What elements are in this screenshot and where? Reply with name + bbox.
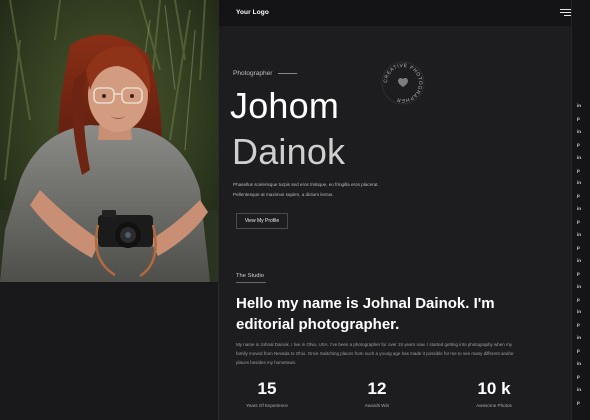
stat-awards: 12 Awards Win [342,380,412,408]
hero-description: Phasellus scelerisque turpis sed eros tr… [233,182,379,197]
pinterest-icon[interactable]: p [577,349,580,354]
pinterest-icon[interactable]: p [577,297,580,303]
stat-label: Awards Win [364,403,390,408]
pinterest-icon[interactable]: p [577,400,580,406]
stat-value: 12 [367,379,387,398]
stat-value: 15 [257,379,277,398]
linkedin-icon[interactable]: in [577,155,581,161]
linkedin-icon[interactable]: in [577,232,581,238]
linkedin-icon[interactable]: in [577,310,581,315]
pinterest-icon[interactable]: p [577,374,580,380]
pinterest-icon[interactable]: p [577,168,580,174]
pinterest-icon[interactable]: p [577,323,580,328]
creative-photographer-badge: CREATIVE PHOTOGRAPHER [380,60,426,106]
studio-divider [236,282,266,283]
pinterest-icon[interactable]: p [577,194,580,199]
linkedin-icon[interactable]: in [577,284,581,290]
linkedin-icon[interactable]: in [577,103,581,109]
role-divider [278,73,297,74]
stat-value: 10 k [477,379,511,398]
linkedin-icon[interactable]: in [577,207,581,212]
top-navbar [219,0,590,26]
hero-first-name: Johom [230,85,340,126]
portrait-photo-graphic [0,0,218,282]
portrait-photo [0,0,218,282]
hero-last-name: Dainok [232,131,346,172]
studio-label: The Studio [236,273,265,279]
site-logo[interactable]: Your Logo [236,9,269,16]
hero-role: Photographer [233,70,273,77]
pinterest-icon[interactable]: p [577,220,580,225]
stat-label: Years Of Experience [246,403,288,408]
studio-bio: My name is Johnal Dainok. I live in Ohio… [236,342,514,365]
pinterest-icon[interactable]: p [577,245,580,251]
linkedin-icon[interactable]: in [577,129,581,135]
linkedin-icon[interactable]: in [577,361,581,367]
heart-icon [398,77,408,87]
linkedin-icon[interactable]: in [577,336,581,341]
pinterest-icon[interactable]: p [577,142,580,148]
stat-photos: 10 k Awesome Photos [459,380,529,408]
studio-headline: Hello my name is Johnal Dainok. I'm edit… [236,295,495,333]
linkedin-icon[interactable]: in [577,387,581,393]
stat-label: Awesome Photos [476,403,512,408]
left-column [0,0,218,420]
pinterest-icon[interactable]: p [577,271,580,277]
stat-experience: 15 Years Of Experience [232,380,302,408]
view-profile-button[interactable]: View My Profile [236,213,288,229]
pinterest-icon[interactable]: p [577,116,580,122]
linkedin-icon[interactable]: in [577,258,581,264]
linkedin-icon[interactable]: in [577,181,581,186]
